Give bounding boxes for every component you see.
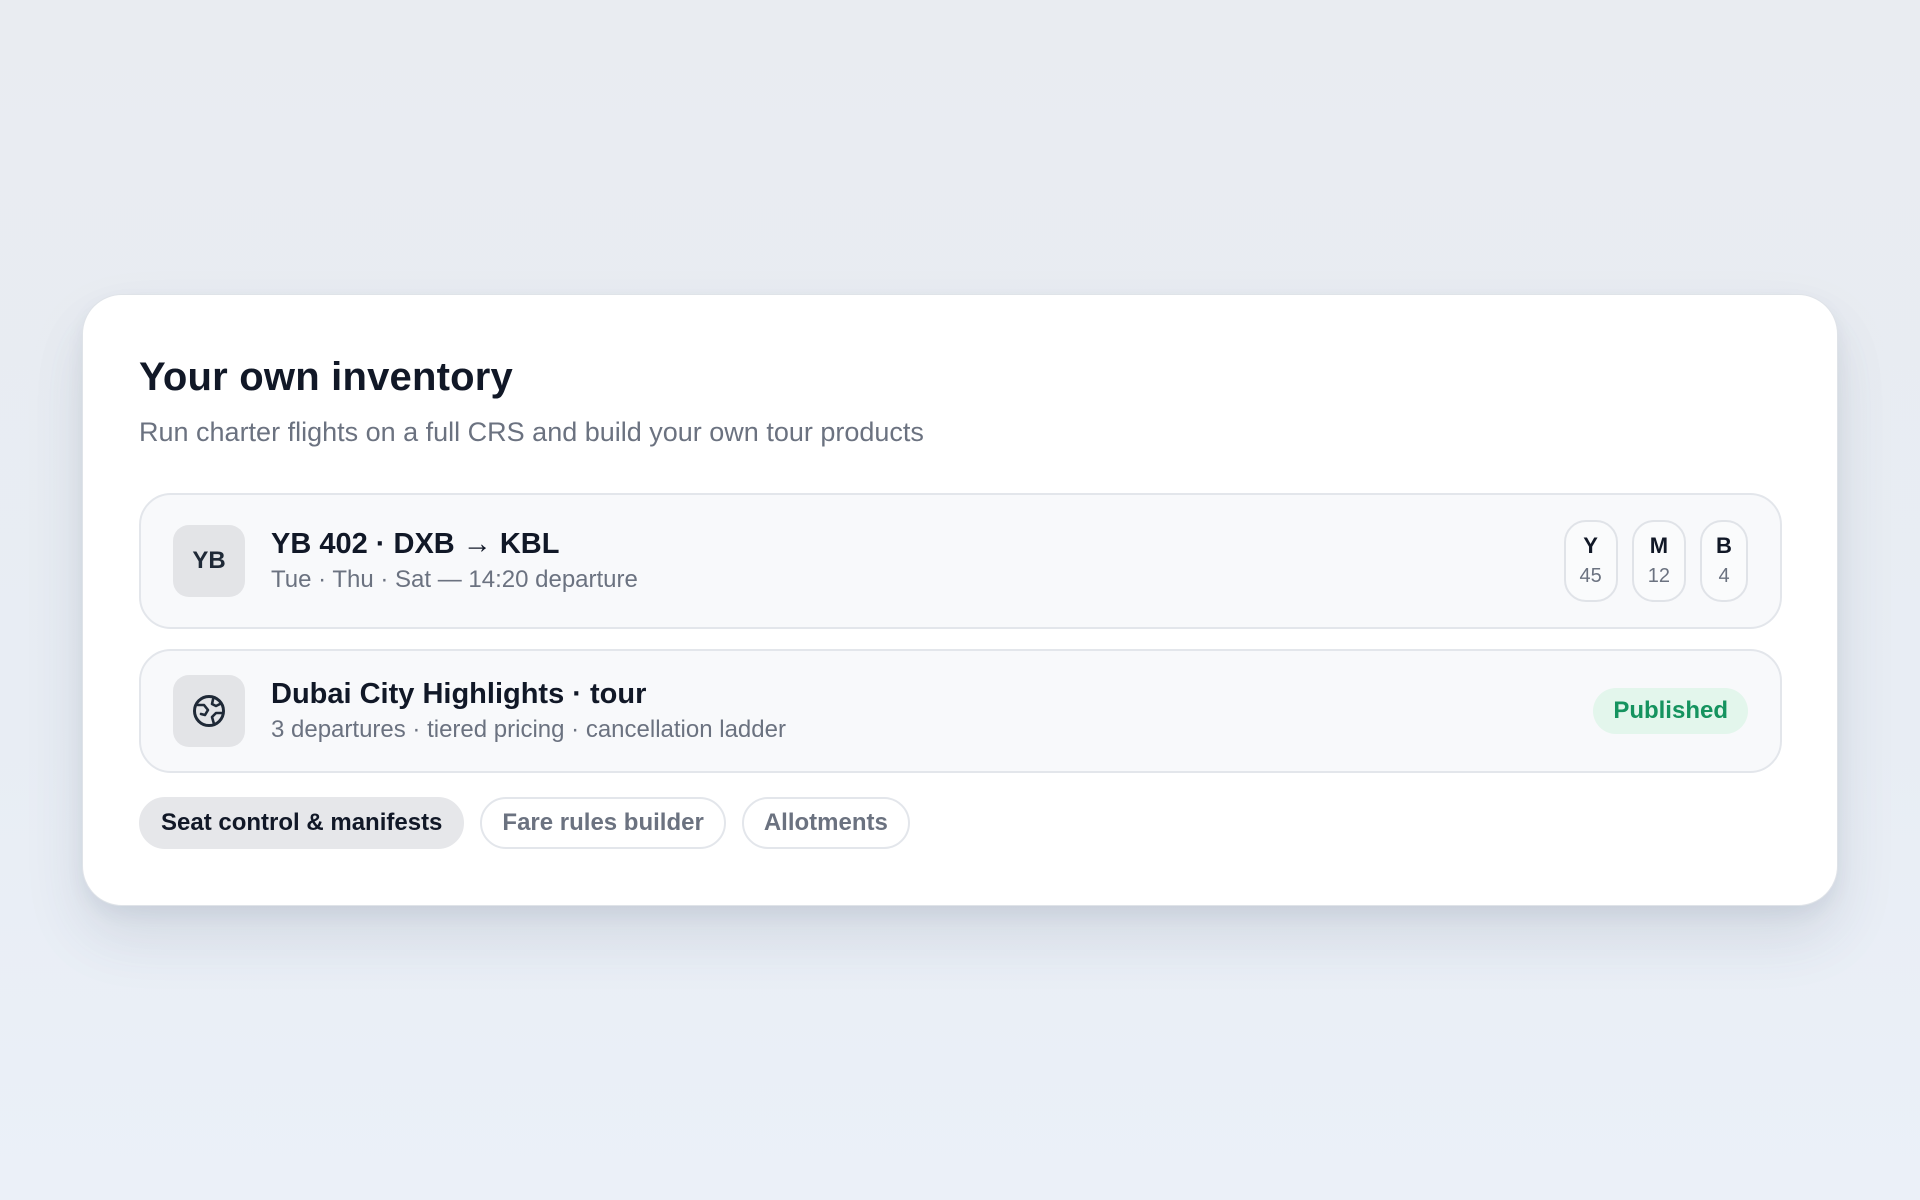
flight-title: YB 402 · DXB → KBL — [271, 528, 560, 560]
tour-details: 3 departures · tiered pricing · cancella… — [271, 716, 786, 743]
fare-class-list: Y 45 M 12 B 4 — [1563, 520, 1748, 602]
fare-class-code: M — [1649, 533, 1669, 558]
fare-class-count: 45 — [1579, 565, 1602, 587]
fare-class-b[interactable]: B 4 — [1700, 520, 1748, 602]
card-title: Your own inventory — [139, 355, 513, 399]
fare-class-count: 4 — [1718, 565, 1730, 587]
feature-chips: Seat control & manifests Fare rules buil… — [139, 797, 1781, 849]
flight-row[interactable]: YB YB 402 · DXB → KBL Tue · Thu · Sat — … — [139, 493, 1782, 629]
fare-class-y[interactable]: Y 45 — [1563, 520, 1618, 602]
fare-class-code: B — [1716, 533, 1732, 558]
status-badge: Published — [1593, 688, 1748, 734]
chip-seat-control[interactable]: Seat control & manifests — [139, 797, 465, 849]
fare-class-count: 12 — [1647, 565, 1670, 587]
globe-icon — [173, 675, 245, 747]
card-subtitle: Run charter flights on a full CRS and bu… — [139, 417, 924, 447]
chip-allotments[interactable]: Allotments — [741, 797, 910, 849]
chip-fare-rules[interactable]: Fare rules builder — [480, 797, 726, 849]
airline-avatar: YB — [173, 525, 245, 597]
inventory-card: Your own inventory Run charter flights o… — [82, 294, 1838, 906]
tour-title: Dubai City Highlights · tour — [271, 678, 647, 710]
fare-class-code: Y — [1583, 533, 1598, 558]
flight-schedule: Tue · Thu · Sat — 14:20 departure — [271, 566, 638, 593]
tour-row[interactable]: Dubai City Highlights · tour 3 departure… — [139, 649, 1782, 773]
fare-class-m[interactable]: M 12 — [1631, 520, 1686, 602]
